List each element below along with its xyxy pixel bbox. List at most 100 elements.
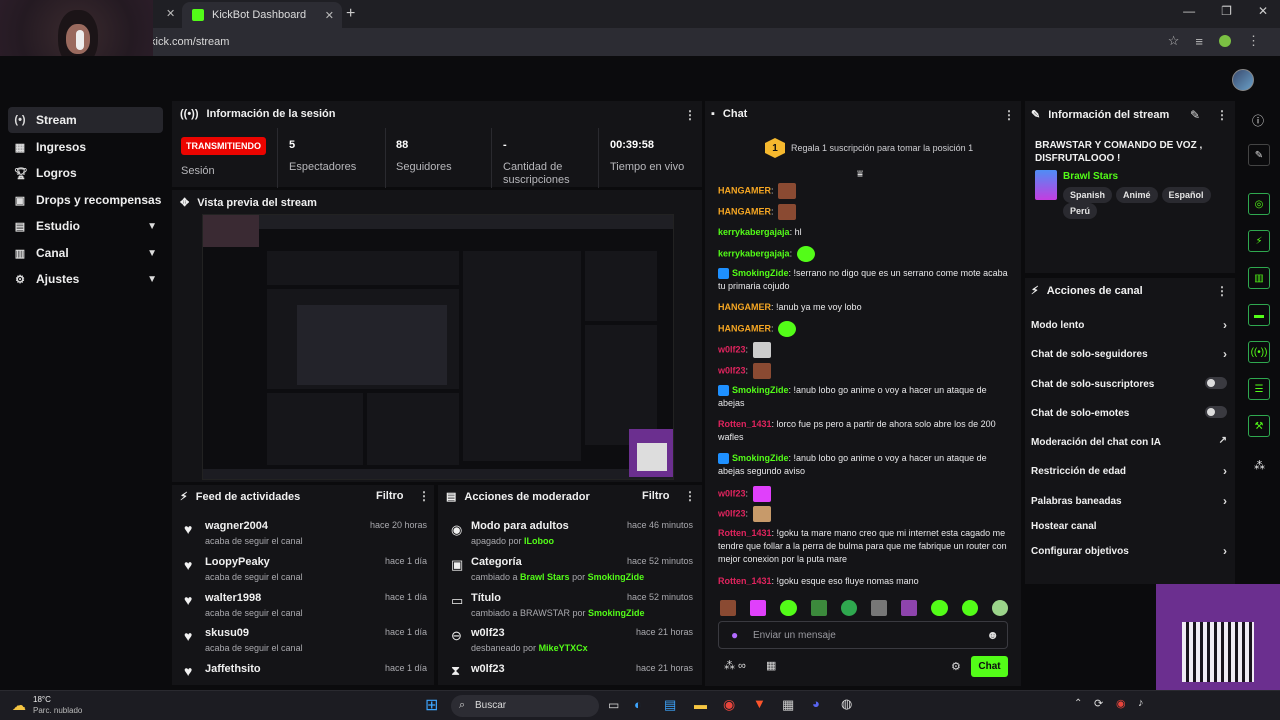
minimize-icon[interactable]: — [1183, 4, 1195, 18]
chevron-right-icon: › [1223, 544, 1227, 558]
new-tab-icon[interactable]: + [346, 5, 355, 23]
action-slow-mode[interactable]: Modo lento › [1031, 318, 1227, 332]
gift-sub-text[interactable]: Regala 1 suscripción para tomar la posic… [791, 143, 973, 153]
task-view-icon[interactable]: ▭ [608, 698, 619, 712]
close-window-icon[interactable]: ✕ [1258, 4, 1268, 18]
user-avatar[interactable] [1232, 69, 1254, 91]
emote-icon[interactable] [840, 600, 858, 616]
chevron-down-icon: ▼ [147, 247, 157, 259]
session-menu-icon[interactable]: ⋮ [684, 108, 696, 122]
profile-icon[interactable] [1219, 35, 1231, 47]
sidebar-item-canal[interactable]: ▥ Canal ▼ [8, 240, 163, 266]
tray-mic-icon[interactable]: ♪ [1138, 697, 1144, 709]
stream-info-menu-icon[interactable]: ⋮ [1216, 108, 1228, 122]
emotes-only-toggle[interactable] [1205, 406, 1227, 418]
chat-send-button[interactable]: Chat [971, 656, 1008, 677]
chat-message: Rotten_1431: !goku ta mare mano creo que… [718, 528, 1007, 564]
layers-icon[interactable]: ▥ [1248, 267, 1270, 289]
media-icon[interactable]: ≡ [1195, 34, 1203, 49]
broadcast-icon[interactable]: ((•)) [1248, 341, 1270, 363]
tag-chip[interactable]: Spanish [1063, 187, 1113, 203]
mod-badge-icon [718, 268, 729, 280]
action-ai-moderation[interactable]: Moderación del chat con IA ↗ [1031, 435, 1227, 448]
category-link[interactable]: Brawl Stars [1063, 171, 1118, 182]
action-emotes-only[interactable]: Chat de solo-emotes [1031, 406, 1227, 419]
emote-icon[interactable] [871, 600, 888, 616]
chat-input[interactable]: ● Enviar un mensaje ☻ [718, 621, 1008, 649]
obs-icon[interactable]: ◍ [841, 696, 852, 712]
emote-icon[interactable] [780, 600, 797, 616]
tag-chip[interactable]: Animé [1116, 187, 1158, 203]
infinity-icon[interactable]: ⁂ ∞ [724, 659, 746, 672]
feed-filter-button[interactable]: Filtro [376, 490, 404, 502]
emote-icon[interactable] [931, 600, 948, 616]
close-prev-tab-icon[interactable]: ✕ [166, 7, 175, 20]
chat-rail-icon[interactable]: ▬ [1248, 304, 1270, 326]
sidebar-item-ajustes[interactable]: ⚙ Ajustes ▼ [8, 266, 163, 292]
action-followers-only[interactable]: Chat de solo-seguidores › [1031, 347, 1227, 361]
wrench-rail-icon[interactable]: ⚒ [1248, 415, 1270, 437]
url-field[interactable]: kick.com/stream [150, 36, 229, 48]
emoji-icon[interactable]: ☻ [986, 628, 999, 642]
brave-icon[interactable]: ▼ [753, 696, 766, 711]
close-tab-icon[interactable]: ✕ [325, 9, 334, 22]
emote-icon[interactable] [901, 600, 918, 616]
action-age-restriction[interactable]: Restricción de edad › [1031, 464, 1227, 478]
info-icon[interactable]: ⓘ [1252, 112, 1264, 129]
emote-icon[interactable] [750, 600, 767, 616]
browser-tab[interactable]: KickBot Dashboard ✕ [182, 2, 342, 28]
feed-menu-icon[interactable]: ⋮ [418, 489, 430, 503]
sidebar-item-stream[interactable]: (•) Stream [8, 107, 163, 133]
tray-sync-icon[interactable]: ⟳ [1094, 697, 1103, 710]
action-banned-words[interactable]: Palabras baneadas › [1031, 494, 1227, 508]
pencil-icon[interactable]: ✎ [1248, 144, 1270, 166]
emote-icon[interactable] [991, 600, 1009, 616]
mod-filter-button[interactable]: Filtro [642, 490, 670, 502]
chat-message: HANGAMER: [718, 183, 1008, 199]
focus-icon[interactable]: ◎ [1248, 193, 1270, 215]
edge-icon[interactable]: ◐ [634, 697, 642, 712]
tag-chip[interactable]: Perú [1063, 203, 1098, 219]
stream-preview-video[interactable] [202, 214, 674, 480]
menu-dots-icon[interactable]: ⋮ [1247, 33, 1260, 49]
folder-icon[interactable]: ▬ [694, 697, 707, 712]
sidebar-item-estudio[interactable]: ▤ Estudio ▼ [8, 213, 163, 239]
search-icon: ⌕ [459, 699, 466, 711]
apps-icon[interactable]: ⁂ [1254, 459, 1265, 472]
sidebar-item-logros[interactable]: 🏆︎ Logros [8, 160, 163, 186]
chat-settings-icon[interactable]: ⚙ [951, 660, 961, 673]
emote-icon[interactable] [720, 600, 737, 616]
subscribers-only-toggle[interactable] [1205, 377, 1227, 389]
action-goals[interactable]: Configurar objetivos › [1031, 544, 1227, 558]
mod-menu-icon[interactable]: ⋮ [684, 489, 696, 503]
chat-menu-icon[interactable]: ⋮ [1003, 108, 1015, 122]
channel-actions-menu-icon[interactable]: ⋮ [1216, 284, 1228, 298]
sidebar-item-drops[interactable]: ▣ Drops y recompensas [8, 187, 163, 213]
calculator-icon[interactable]: ▦ [782, 697, 794, 713]
sidebar-item-ingresos[interactable]: ▦ Ingresos [8, 134, 163, 160]
discord-icon[interactable]: ◕ [812, 696, 820, 711]
tray-app-icon[interactable]: ◉ [1116, 697, 1126, 710]
maximize-icon[interactable]: ❐ [1221, 4, 1232, 18]
tray-chevron-icon[interactable]: ⌃ [1074, 698, 1082, 709]
chevron-right-icon: › [1223, 347, 1227, 361]
emote-icon[interactable] [810, 600, 827, 616]
list-icon: ▤ [446, 491, 457, 503]
action-host-channel[interactable]: Hostear canal [1031, 521, 1227, 532]
edit-icon[interactable]: ✎ [1190, 108, 1200, 122]
taskbar-search[interactable]: ⌕ Buscar [451, 695, 599, 717]
bolt-rail-icon[interactable]: ⚡︎ [1248, 230, 1270, 252]
chrome-icon[interactable]: ◉ [723, 696, 735, 713]
stat-followers: 88 Seguidores [396, 139, 452, 173]
action-subscribers-only[interactable]: Chat de solo-suscriptores [1031, 377, 1227, 390]
heart-icon: ♥ [184, 557, 193, 573]
windows-start-icon[interactable]: ⊞ [425, 695, 438, 715]
tag-chip[interactable]: Español [1161, 187, 1211, 203]
emote-icon[interactable] [961, 600, 978, 616]
pin-icon[interactable]: ⩸ [857, 169, 863, 180]
list-rail-icon[interactable]: ☰ [1248, 378, 1270, 400]
bookmark-star-icon[interactable]: ☆ [1168, 33, 1180, 49]
store-app-icon[interactable]: ▤ [664, 697, 676, 713]
mic-icon[interactable]: ● [731, 628, 738, 642]
store-icon[interactable]: ▦ [766, 659, 776, 672]
